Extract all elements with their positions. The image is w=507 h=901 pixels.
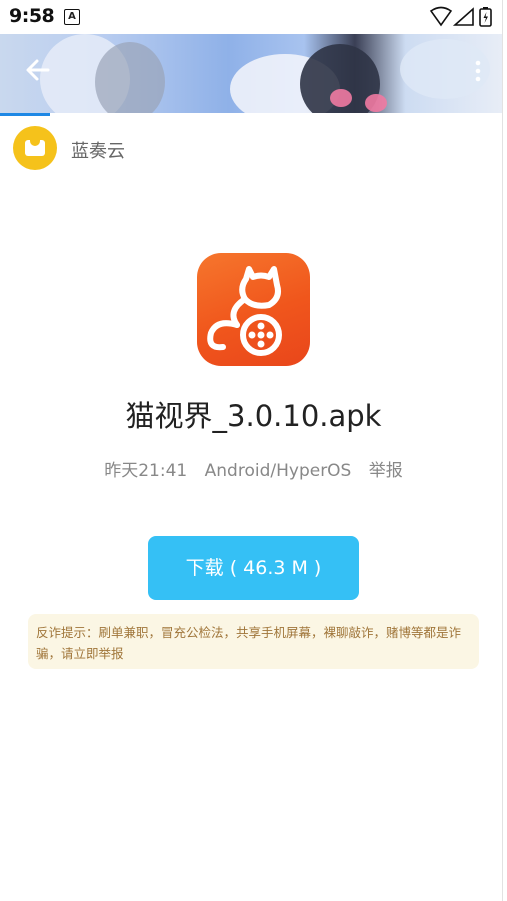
site-logo-icon	[13, 126, 57, 170]
anti-fraud-notice: 反诈提示：刷单兼职，冒充公检法，共享手机屏幕，裸聊敲诈，赌博等都是诈骗，请立即举…	[28, 614, 479, 669]
signal-icon	[452, 7, 474, 26]
notification-badge-icon: A	[64, 9, 80, 25]
window-edge	[502, 0, 507, 901]
platform-label: Android/HyperOS	[204, 461, 352, 481]
download-button[interactable]: 下载 ( 46.3 M )	[148, 536, 359, 600]
back-button[interactable]	[24, 56, 52, 88]
cat-film-logo-icon	[207, 266, 282, 356]
wifi-icon	[429, 6, 453, 27]
header-banner-image	[0, 34, 507, 113]
file-meta: 昨天21:41 Android/HyperOS 举报	[0, 456, 507, 481]
file-name: 猫视界_3.0.10.apk	[125, 399, 382, 433]
more-vertical-icon	[475, 60, 481, 82]
site-name: 蓝奏云	[71, 141, 125, 162]
status-time: 9:58	[9, 5, 55, 27]
more-button[interactable]	[475, 60, 481, 86]
upload-time: 昨天21:41	[104, 461, 188, 481]
app-icon	[197, 253, 310, 366]
status-icons-svg	[429, 6, 492, 27]
status-icons	[429, 6, 499, 32]
report-link[interactable]: 举报	[369, 461, 403, 481]
arrow-left-icon	[26, 59, 50, 81]
site-header: 蓝奏云	[0, 116, 507, 180]
status-bar: 9:58 A	[0, 0, 507, 34]
battery-icon	[479, 7, 492, 27]
